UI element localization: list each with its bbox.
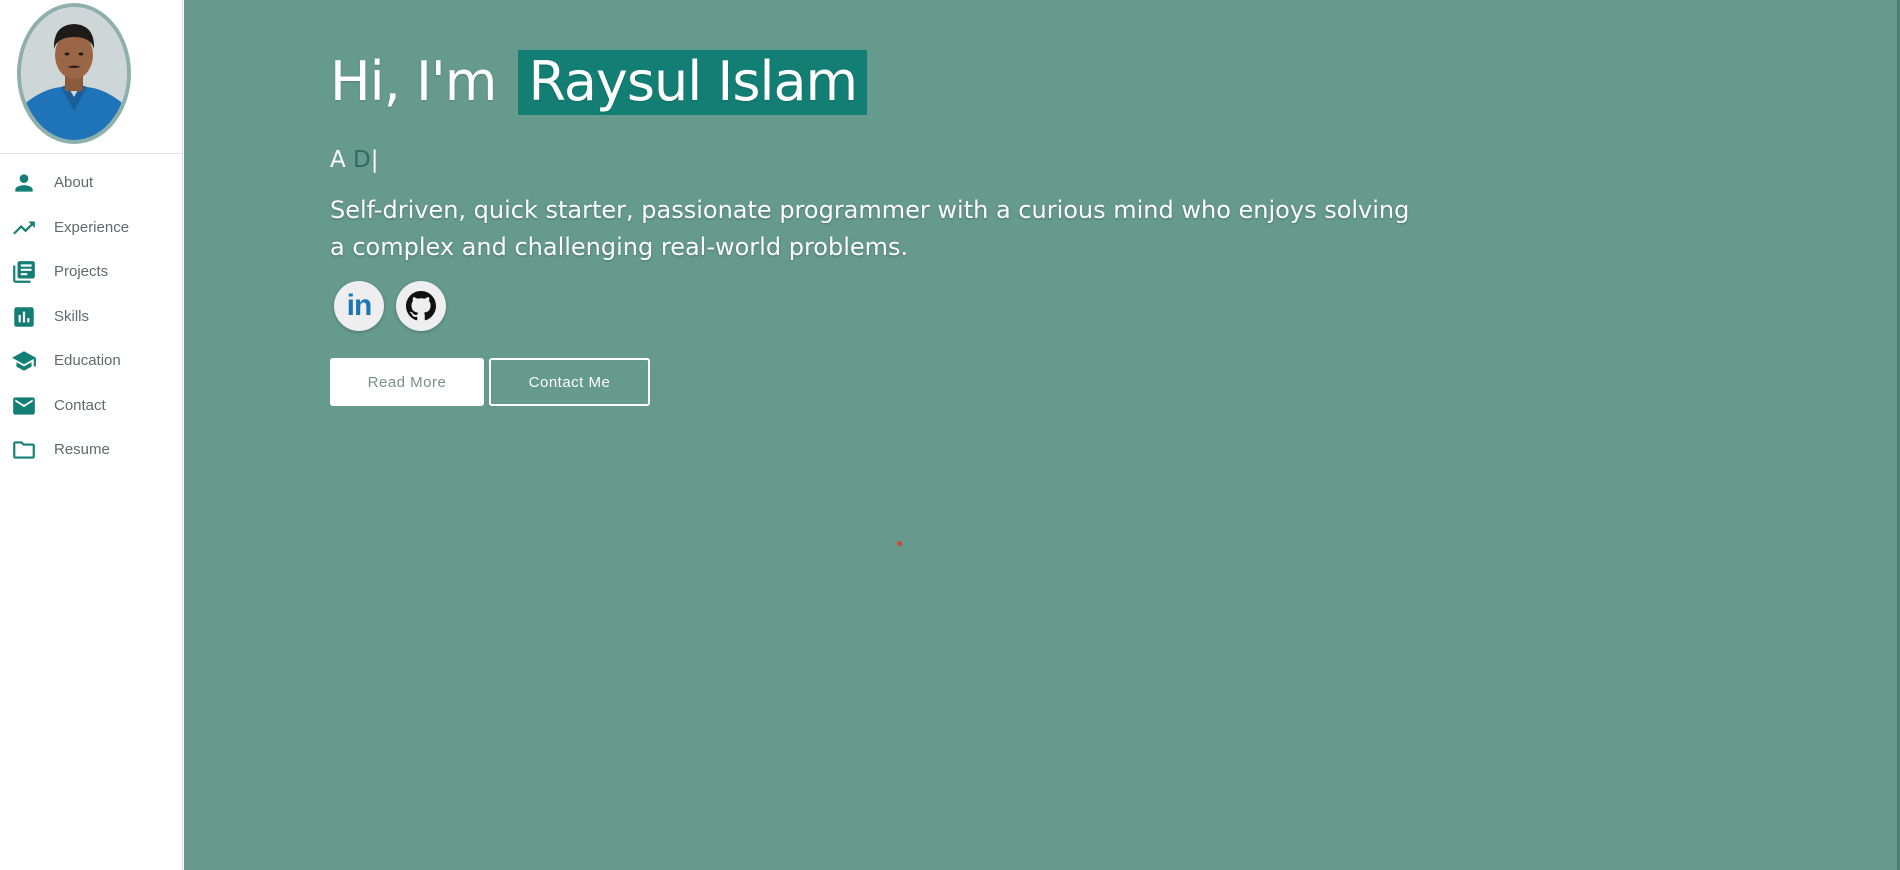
- github-button[interactable]: [396, 281, 446, 331]
- folder-icon: [11, 437, 37, 463]
- github-icon: [406, 291, 436, 321]
- contact-me-button[interactable]: Contact Me: [489, 358, 650, 406]
- bio-text: Self-driven, quick starter, passionate p…: [330, 196, 1410, 261]
- mail-icon: [11, 393, 37, 419]
- profile-photo: [21, 7, 127, 140]
- sidebar: About Experience Projects Skills Educati…: [0, 0, 183, 870]
- profile-header: [0, 0, 182, 154]
- cursor-dot: [897, 541, 902, 546]
- sidebar-item-label: Experience: [54, 219, 130, 236]
- sidebar-item-education[interactable]: Education: [0, 340, 183, 380]
- hero-title: Hi, I'm Raysul Islam: [330, 50, 868, 115]
- library-books-icon: [11, 259, 37, 285]
- sidebar-item-label: Skills: [54, 308, 90, 325]
- sidebar-item-resume[interactable]: Resume: [0, 429, 183, 469]
- typed-letter: D: [353, 147, 371, 173]
- hero-section: Hi, I'm Raysul Islam A D| Self-driven, q…: [184, 0, 1900, 870]
- school-icon: [11, 348, 37, 374]
- sidebar-item-projects[interactable]: Projects: [0, 251, 183, 291]
- greeting: Hi, I'm: [330, 50, 497, 113]
- sidebar-item-about[interactable]: About: [0, 162, 183, 202]
- name-highlight: Raysul Islam: [518, 50, 868, 115]
- sidebar-item-skills[interactable]: Skills: [0, 296, 183, 336]
- person-icon: [11, 170, 37, 196]
- typing-cursor: |: [370, 147, 379, 173]
- sidebar-item-label: About: [54, 174, 94, 191]
- linkedin-button[interactable]: in: [334, 281, 384, 331]
- sidebar-item-label: Contact: [54, 397, 106, 414]
- typed-prefix: A: [330, 147, 346, 173]
- avatar: [17, 3, 131, 144]
- bar-chart-icon: [11, 304, 37, 330]
- read-more-button[interactable]: Read More: [330, 358, 484, 406]
- sidebar-item-label: Projects: [54, 263, 109, 280]
- sidebar-item-label: Education: [54, 352, 121, 369]
- typed-tagline: A D|: [330, 147, 379, 173]
- linkedin-icon: in: [346, 289, 373, 322]
- sidebar-item-experience[interactable]: Experience: [0, 207, 183, 247]
- trending-up-icon: [11, 215, 37, 241]
- sidebar-item-label: Resume: [54, 441, 110, 458]
- sidebar-item-contact[interactable]: Contact: [0, 385, 183, 425]
